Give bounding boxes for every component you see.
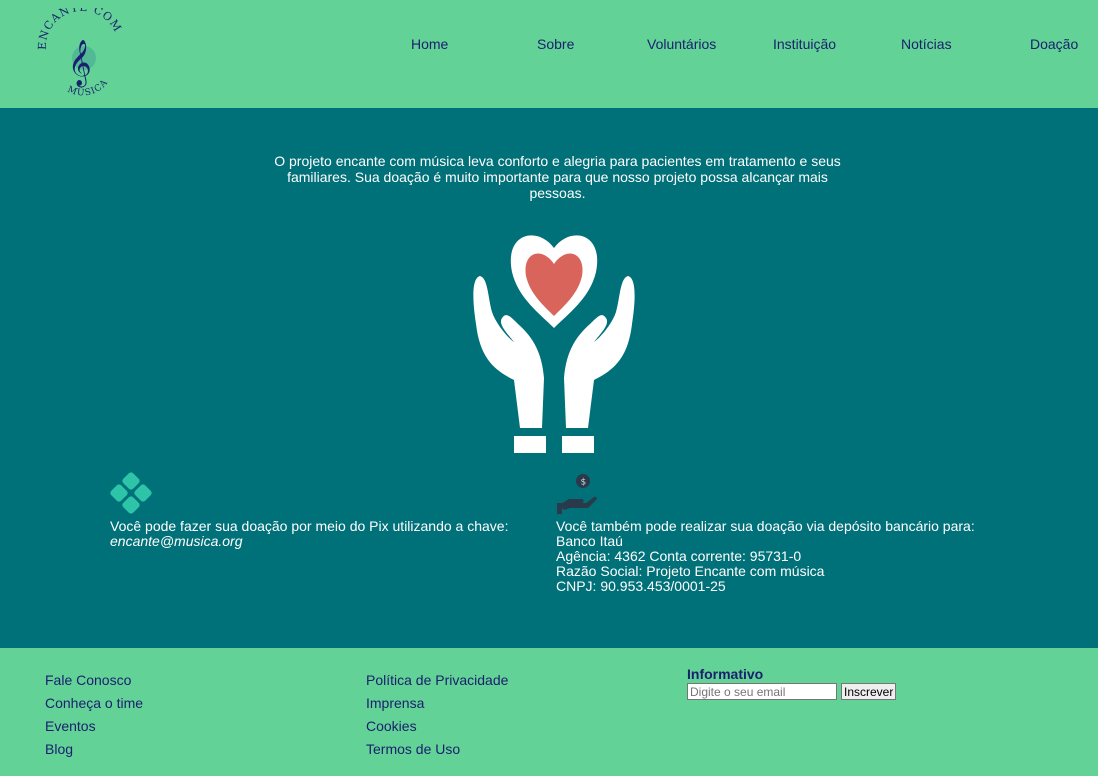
site-footer: Fale Conosco Conheça o time Eventos Blog…: [0, 648, 1098, 776]
treble-clef-logo-icon: ENCANTE COM MÚSICA 𝄞: [36, 8, 123, 98]
nav-noticias[interactable]: Notícias: [901, 36, 952, 52]
bank-name: Banco Itaú: [556, 533, 623, 549]
newsletter-title: Informativo: [687, 666, 764, 682]
footer-link-privacidade[interactable]: Política de Privacidade: [366, 669, 508, 692]
nav-instituicao[interactable]: Instituição: [773, 36, 836, 52]
hero-image: [468, 228, 640, 460]
hand-coin-icon: $: [556, 472, 600, 516]
bank-section: Você também pode realizar sua doação via…: [556, 519, 1006, 594]
nav-sobre[interactable]: Sobre: [537, 36, 574, 52]
site-header: ENCANTE COM MÚSICA 𝄞 Home Sobre Voluntár…: [0, 0, 1098, 108]
footer-link-fale-conosco[interactable]: Fale Conosco: [45, 669, 143, 692]
nav-home[interactable]: Home: [411, 36, 448, 52]
intro-text: O projeto encante com música leva confor…: [274, 153, 841, 201]
footer-links-col2: Política de Privacidade Imprensa Cookies…: [366, 669, 508, 761]
footer-link-cookies[interactable]: Cookies: [366, 715, 508, 738]
newsletter-email-input[interactable]: [687, 683, 837, 700]
footer-link-conheca-o-time[interactable]: Conheça o time: [45, 692, 143, 715]
pix-text: Você pode fazer sua doação por meio do P…: [110, 518, 509, 534]
newsletter: Informativo Inscrever: [687, 666, 897, 700]
svg-text:𝄞: 𝄞: [68, 40, 92, 88]
bank-account: Agência: 4362 Conta corrente: 95731-0: [556, 548, 802, 564]
subscribe-button[interactable]: Inscrever: [841, 683, 897, 700]
bank-company: Razão Social: Projeto Encante com música: [556, 563, 825, 579]
footer-links-col1: Fale Conosco Conheça o time Eventos Blog: [45, 669, 143, 761]
bank-cnpj: CNPJ: 90.953.453/0001-25: [556, 578, 726, 594]
logo[interactable]: ENCANTE COM MÚSICA 𝄞: [36, 8, 126, 98]
bank-intro: Você também pode realizar sua doação via…: [556, 518, 975, 534]
svg-text:$: $: [581, 478, 587, 488]
footer-link-imprensa[interactable]: Imprensa: [366, 692, 508, 715]
nav-doacao[interactable]: Doação: [1030, 36, 1078, 52]
nav-voluntarios[interactable]: Voluntários: [647, 36, 716, 52]
pix-section: Você pode fazer sua doação por meio do P…: [110, 519, 530, 549]
footer-link-termos[interactable]: Termos de Uso: [366, 738, 508, 761]
hands-heart-icon: [473, 235, 635, 453]
pix-key: encante@musica.org: [110, 533, 243, 549]
footer-link-eventos[interactable]: Eventos: [45, 715, 143, 738]
footer-link-blog[interactable]: Blog: [45, 738, 143, 761]
pix-icon: [110, 472, 154, 516]
